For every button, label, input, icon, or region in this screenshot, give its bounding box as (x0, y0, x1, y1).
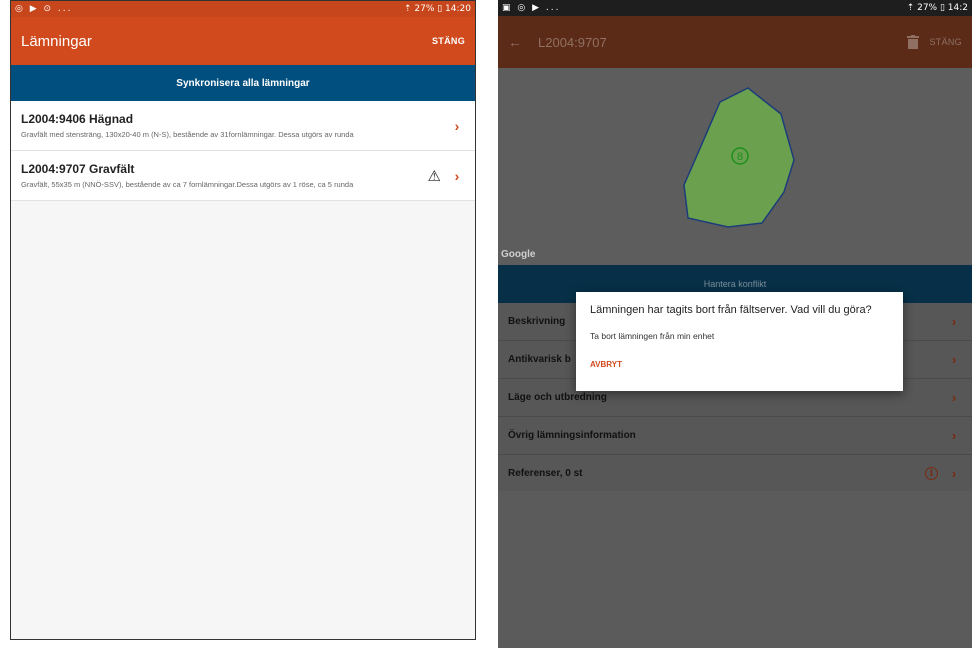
list-item-text: L2004:9707 Gravfält Gravfält, 55x35 m (N… (21, 162, 428, 189)
site-marker-label: 8 (737, 151, 743, 163)
section-label: Referenser, 0 st (508, 468, 583, 479)
section-label: Läge och utbredning (508, 392, 607, 403)
chevron-right-icon: › (951, 390, 957, 405)
close-button[interactable]: STÄNG (432, 36, 465, 46)
map-canvas: 8 (683, 87, 795, 228)
list-item-title: L2004:9406 Hägnad (21, 112, 134, 126)
google-logo: Google (501, 249, 536, 260)
app-bar: ← L2004:9707 STÄNG (498, 16, 972, 68)
chevron-right-icon: › (454, 117, 460, 134)
status-battery-clock: ⇡ 27% ▯ 14:20 (403, 4, 471, 14)
page-title: L2004:9707 (538, 34, 607, 50)
chevron-right-icon: › (951, 428, 957, 443)
left-screen: ◎ ▶ ⊙ ... ⇡ 27% ▯ 14:20 Lämningar STÄNG … (10, 0, 476, 640)
status-battery-clock: ⇡ 27% ▯ 14:2 (906, 3, 968, 13)
list-item[interactable]: L2004:9707 Gravfält Gravfält, 55x35 m (N… (11, 151, 475, 201)
close-button[interactable]: STÄNG (929, 37, 962, 47)
chevron-right-icon: › (951, 352, 957, 367)
status-icons: ◎ ▶ ⊙ ... (15, 4, 73, 14)
list-item-description: Gravfält med stensträng, 130x20-40 m (N-… (21, 130, 354, 139)
status-bar: ▣ ◎ ▶ ... ⇡ 27% ▯ 14:2 (498, 0, 972, 16)
info-icon[interactable]: i (925, 467, 938, 480)
chevron-right-icon: › (454, 167, 460, 184)
dialog-title: Lämningen har tagits bort från fältserve… (590, 304, 872, 316)
app-bar: Lämningar STÄNG (11, 17, 475, 65)
trash-icon[interactable] (907, 35, 920, 49)
status-bar: ◎ ▶ ⊙ ... ⇡ 27% ▯ 14:20 (11, 1, 475, 17)
section-row-references[interactable]: Referenser, 0 st i › (498, 455, 972, 493)
chevron-right-icon: › (951, 314, 957, 329)
chevron-right-icon: › (951, 466, 957, 481)
section-row-other-info[interactable]: Övrig lämningsinformation › (498, 417, 972, 455)
delete-local-option[interactable]: Ta bort lämningen från min enhet (590, 331, 889, 341)
section-label: Övrig lämningsinformation (508, 430, 636, 441)
map-view[interactable]: 8 Google (498, 68, 972, 265)
back-arrow-icon[interactable]: ← (508, 34, 522, 50)
conflict-dialog: Lämningen har tagits bort från fältserve… (576, 292, 903, 391)
status-icons: ▣ ◎ ▶ ... (502, 3, 561, 13)
list-item-title: L2004:9707 Gravfält (21, 162, 135, 176)
list-item-text: L2004:9406 Hägnad Gravfält med stensträn… (21, 112, 449, 139)
list-item[interactable]: L2004:9406 Hägnad Gravfält med stensträn… (11, 101, 475, 151)
warning-icon[interactable]: ⚠ (428, 167, 441, 185)
cancel-button[interactable]: AVBRYT (590, 360, 622, 369)
right-screen: ▣ ◎ ▶ ... ⇡ 27% ▯ 14:2 ← L2004:9707 STÄN… (498, 0, 972, 648)
dim-overlay (498, 491, 972, 648)
page-title: Lämningar (21, 32, 92, 50)
sync-all-button[interactable]: Synkronisera alla lämningar (11, 65, 475, 101)
list-item-description: Gravfält, 55x35 m (NNÖ-SSV), bestående a… (21, 180, 354, 189)
